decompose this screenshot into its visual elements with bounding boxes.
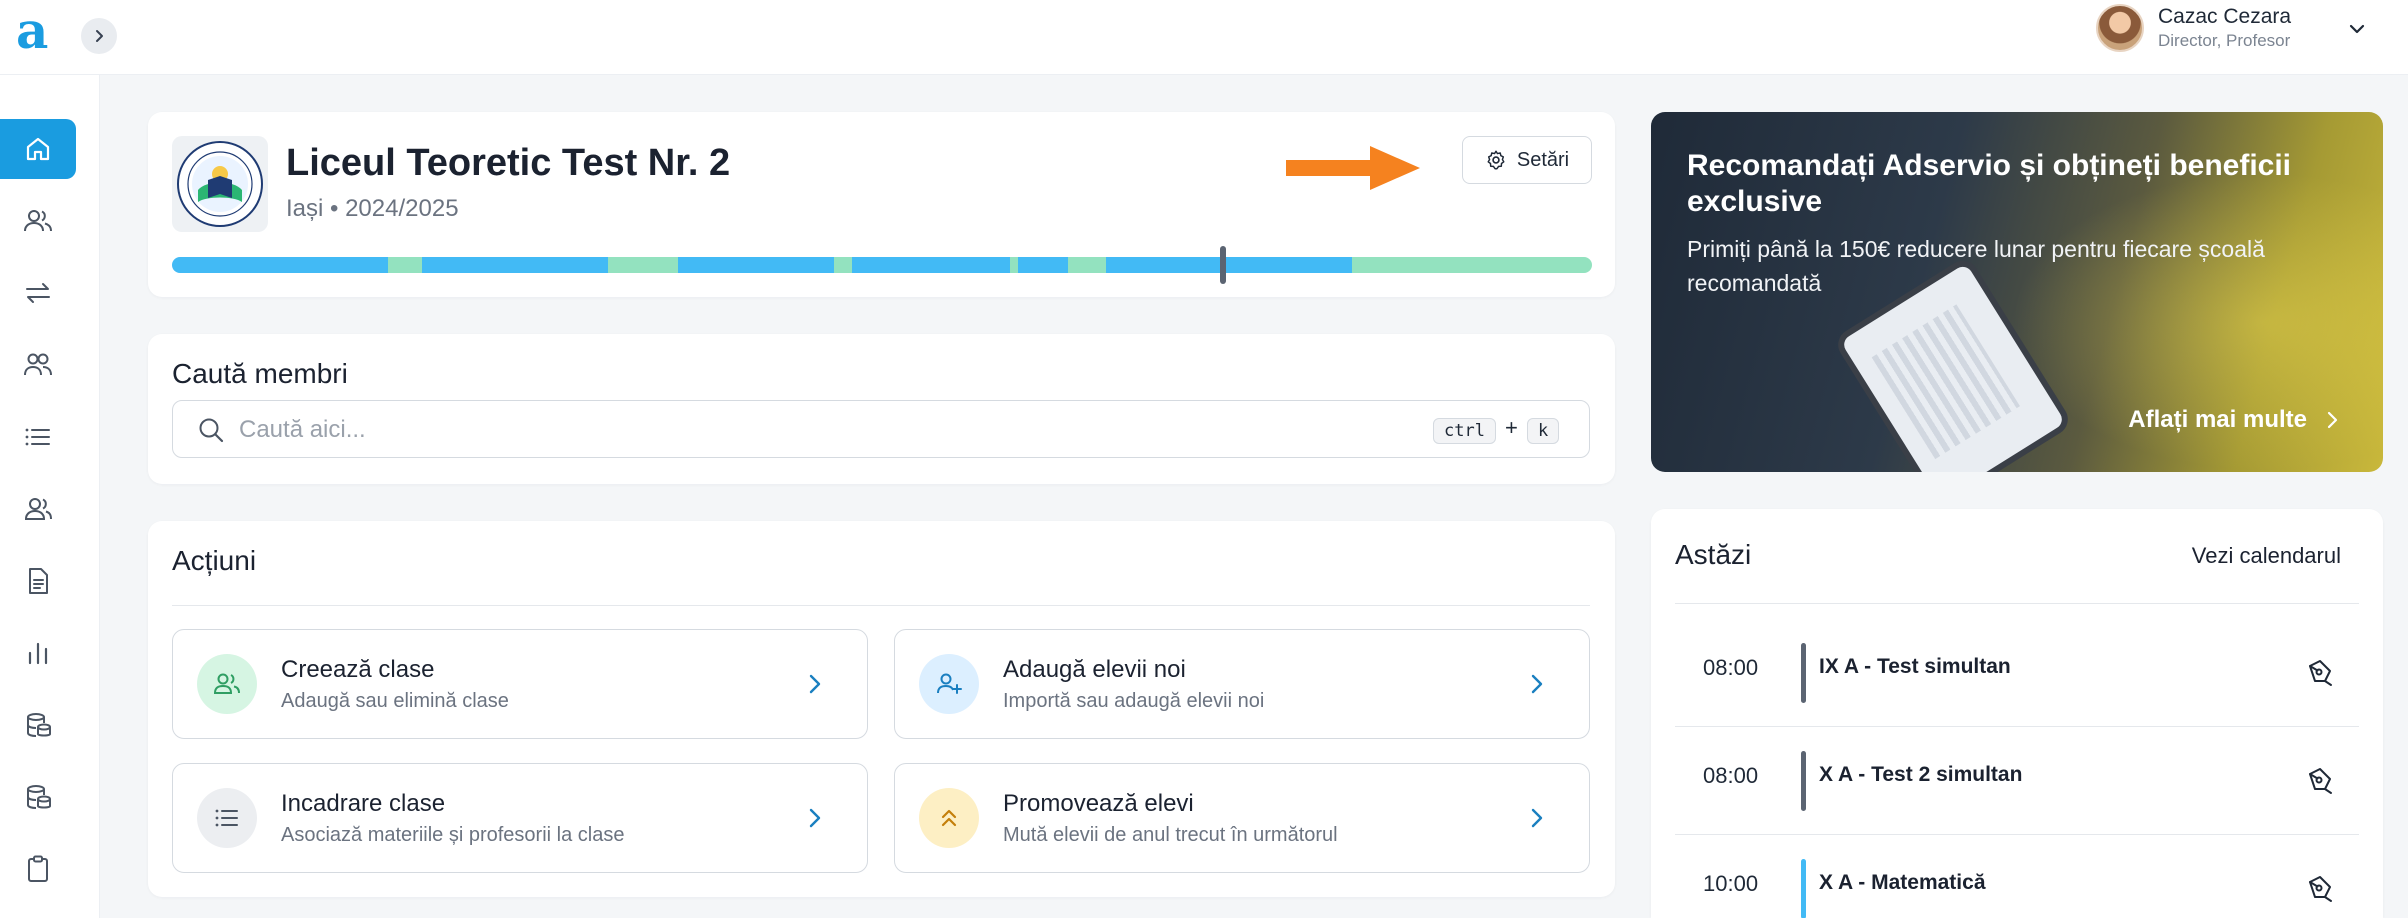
progress-marker: [1219, 246, 1226, 284]
search-input[interactable]: [239, 411, 1339, 449]
database-icon: [27, 785, 51, 809]
sidebar-item-groups[interactable]: [0, 335, 76, 395]
sidebar-item-members[interactable]: [0, 479, 76, 539]
list-icon: [25, 428, 50, 446]
chevron-right-icon: [1531, 808, 1543, 828]
event-time: 08:00: [1703, 763, 1759, 788]
search-card: Caută membri ctrl + k: [148, 334, 1615, 484]
chevron-down-icon[interactable]: [2346, 18, 2368, 40]
pen-tool-icon[interactable]: [2305, 657, 2335, 687]
event-item[interactable]: 08:00 X A - Test 2 simultan: [1675, 727, 2359, 835]
school-logo: [172, 136, 268, 232]
arrow-right-icon: [1286, 146, 1420, 190]
chevron-right-icon: [2327, 411, 2338, 429]
event-color-bar: [1801, 751, 1806, 811]
chevron-right-icon: [96, 30, 103, 42]
sidebar-item-database[interactable]: [0, 695, 76, 755]
event-color-bar: [1801, 643, 1806, 703]
action-description: Mută elevii de anul trecut în următorul: [1003, 824, 1338, 846]
pen-tool-icon[interactable]: [2305, 765, 2335, 795]
chevron-right-icon: [809, 674, 821, 694]
chevron-right-icon: [1531, 674, 1543, 694]
action-title: Promovează elevi: [1003, 790, 1194, 817]
promote-students-action[interactable]: Promovează elevi Mută elevii de anul tre…: [894, 763, 1590, 873]
clipboard-icon: [28, 855, 48, 882]
pen-tool-icon[interactable]: [2305, 873, 2335, 903]
actions-card: Acțiuni Creează clase Adaugă sau elimină…: [148, 521, 1615, 897]
users-icon: [213, 673, 240, 694]
app-logo[interactable]: a: [16, 6, 56, 56]
users-icon: [24, 210, 52, 232]
sidebar-item-statistics[interactable]: [0, 623, 76, 683]
sidebar: [0, 75, 100, 918]
sidebar-item-transfer[interactable]: [0, 263, 76, 323]
transfer-icon: [26, 283, 50, 303]
settings-label: Setări: [1516, 148, 1570, 171]
referral-promo-banner[interactable]: Recomandați Adservio și obțineți benefic…: [1651, 112, 2383, 472]
event-name: X A - Matematică: [1819, 871, 1986, 894]
chevron-right-icon: [809, 808, 821, 828]
school-name: Liceul Teoretic Test Nr. 2: [286, 142, 731, 184]
action-description: Asociază materiile și profesorii la clas…: [281, 824, 625, 846]
home-icon: [26, 137, 50, 161]
action-title: Incadrare clase: [281, 790, 446, 817]
event-item[interactable]: 08:00 IX A - Test simultan: [1675, 619, 2359, 727]
progress-bar: [172, 257, 1592, 273]
user-role: Director, Profesor: [2158, 31, 2291, 50]
school-location-year: Iași • 2024/2025: [286, 195, 459, 222]
create-classes-action[interactable]: Creează clase Adaugă sau elimină clase: [172, 629, 868, 739]
database-icon: [27, 713, 51, 737]
shortcut-key-k: k: [1527, 418, 1560, 444]
event-name: X A - Test 2 simultan: [1819, 763, 2023, 786]
school-card: Liceul Teoretic Test Nr. 2 Iași • 2024/2…: [148, 112, 1615, 297]
actions-title: Acțiuni: [172, 545, 257, 576]
groups-icon: [24, 353, 52, 376]
promo-title: Recomandați Adservio și obțineți benefic…: [1687, 149, 2292, 218]
bar-chart-icon: [28, 642, 48, 665]
user-name: Cazac Cezara: [2158, 5, 2292, 28]
avatar: [2096, 4, 2144, 52]
shortcut-key-ctrl: ctrl: [1433, 418, 1496, 444]
sidebar-item-database-2[interactable]: [0, 767, 76, 827]
event-time: 10:00: [1703, 871, 1759, 896]
gear-icon: [1487, 150, 1505, 170]
members-icon: [24, 498, 52, 520]
learn-more-link[interactable]: Aflați mai multe: [2128, 406, 2343, 434]
learn-more-label: Aflați mai multe: [2128, 406, 2307, 433]
sidebar-item-documents[interactable]: [0, 551, 76, 611]
event-time: 08:00: [1703, 655, 1759, 680]
today-title: Astăzi: [1675, 539, 1752, 570]
search-title: Caută membri: [172, 358, 348, 389]
sidebar-item-list[interactable]: [0, 407, 76, 467]
document-icon: [29, 568, 48, 594]
event-item[interactable]: 10:00 X A - Matematică: [1675, 835, 2359, 918]
settings-button[interactable]: Setări: [1462, 136, 1592, 184]
sidebar-item-clipboard[interactable]: [0, 839, 76, 899]
sidebar-item-users[interactable]: [0, 191, 76, 251]
action-title: Adaugă elevii noi: [1003, 656, 1186, 683]
today-card: Astăzi Vezi calendarul 08:00 IX A - Test…: [1651, 509, 2383, 918]
event-color-bar: [1801, 859, 1806, 918]
event-name: IX A - Test simultan: [1819, 655, 2011, 678]
action-title: Creează clase: [281, 656, 435, 683]
view-calendar-link[interactable]: Vezi calendarul: [2192, 543, 2341, 569]
sidebar-item-home[interactable]: [0, 119, 76, 179]
search-icon: [199, 418, 224, 443]
list-icon: [215, 809, 238, 827]
promo-text: Primiți până la 150€ reducere lunar pent…: [1687, 236, 2265, 296]
divider: [172, 605, 1590, 606]
search-box[interactable]: ctrl + k: [172, 400, 1590, 458]
action-description: Importă sau adaugă elevii noi: [1003, 690, 1265, 712]
action-description: Adaugă sau elimină clase: [281, 690, 509, 712]
top-bar: a Cazac Cezara Director, Profesor: [0, 0, 2408, 75]
add-user-icon: [937, 673, 962, 694]
double-chevron-up-icon: [941, 809, 957, 827]
user-menu[interactable]: Cazac Cezara Director, Profesor: [2096, 4, 2291, 52]
assign-classes-action[interactable]: Incadrare clase Asociază materiile și pr…: [172, 763, 868, 873]
divider: [1675, 603, 2359, 604]
add-students-action[interactable]: Adaugă elevii noi Importă sau adaugă ele…: [894, 629, 1590, 739]
shortcut-plus: +: [1505, 415, 1518, 440]
expand-sidebar-button[interactable]: [81, 18, 117, 54]
